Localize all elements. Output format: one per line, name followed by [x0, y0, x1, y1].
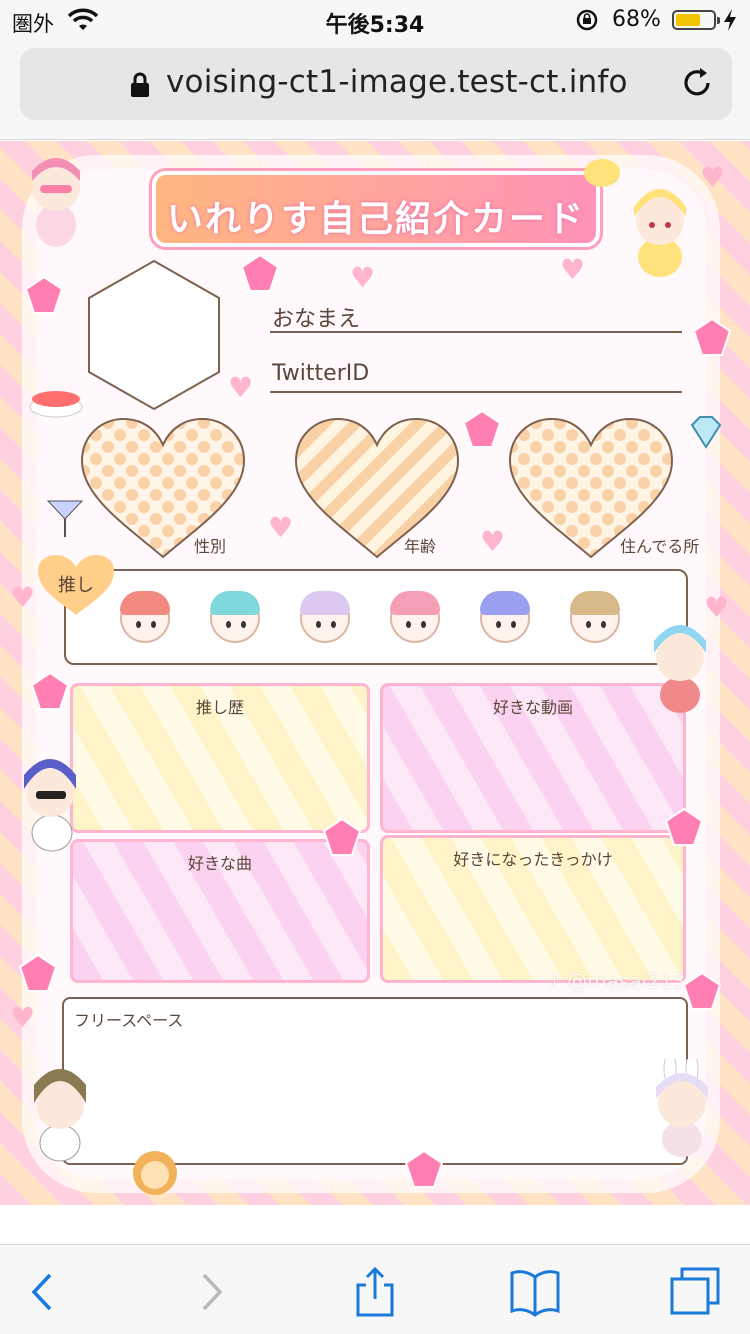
url-text[interactable]: voising-ct1-image.test-ct.info — [166, 64, 628, 100]
heart-decoration: ♥ — [560, 253, 586, 286]
member-hair — [480, 591, 530, 615]
chibi-chick-character — [634, 189, 686, 277]
favorite-video-label: 好きな動画 — [492, 698, 573, 717]
member-eye — [226, 621, 231, 628]
member-eye — [151, 621, 156, 628]
browser-toolbar — [0, 1244, 750, 1334]
member-eye — [316, 621, 321, 628]
name-line — [270, 331, 682, 333]
gem-icon — [692, 317, 732, 356]
cocktail-icon — [46, 500, 84, 537]
panel-reason: 好きになったきっかけ — [380, 835, 686, 983]
browser-address-area: voising-ct1-image.test-ct.info — [0, 40, 750, 140]
free-space-box: フリースペース — [62, 997, 688, 1165]
sushi-icon — [29, 391, 83, 418]
reload-icon[interactable] — [680, 66, 714, 100]
chick-icon — [584, 159, 620, 187]
heart-decoration: ♥ — [10, 581, 36, 614]
watermark: ♪ @masai213 — [548, 969, 686, 993]
battery-percent: 68% — [612, 7, 661, 32]
member-eye — [601, 621, 606, 628]
member-face-red-member — [120, 591, 170, 643]
member-hair — [210, 591, 260, 615]
chibi-cyan-character — [654, 625, 706, 713]
heart-decoration: ♥ — [350, 261, 376, 294]
chibi-brown-character — [34, 1069, 86, 1162]
heart-decoration: ♥ — [228, 371, 254, 404]
self-introduction-card: ♥ ♥ ♥ ♥ ♥ ♥ ♥ ♥ ♥ いれりす自己紹介カード おなまえ Twitt… — [0, 141, 750, 1205]
twitter-id-label: TwitterID — [272, 361, 370, 386]
bookmarks-icon[interactable] — [508, 1267, 562, 1317]
member-eye — [136, 621, 141, 628]
member-hair — [390, 591, 440, 615]
member-face-blue-member — [480, 591, 530, 643]
member-hair — [120, 591, 170, 615]
member-eye — [586, 621, 591, 628]
heart-decoration: ♥ — [480, 525, 506, 558]
chibi-pink-character — [32, 158, 80, 247]
heart-decoration: ♥ — [268, 511, 294, 544]
gender-label: 性別 — [194, 537, 227, 556]
member-eye — [496, 621, 501, 628]
member-face-beige-member — [570, 591, 620, 643]
member-eye — [331, 621, 336, 628]
lion-icon — [133, 1151, 177, 1195]
tabs-icon[interactable] — [668, 1267, 722, 1317]
gem-icon — [462, 409, 502, 448]
age-label: 年齢 — [404, 537, 437, 556]
gem-icon — [404, 1149, 444, 1188]
member-eye — [406, 621, 411, 628]
photo-hexagon-frame — [88, 259, 220, 411]
charging-bolt-icon — [724, 9, 736, 31]
address-bar[interactable]: voising-ct1-image.test-ct.info — [20, 48, 732, 120]
member-eye — [241, 621, 246, 628]
gem-icon — [682, 971, 722, 1010]
share-icon[interactable] — [348, 1267, 402, 1317]
chibi-blue-character — [24, 759, 76, 852]
oshi-label: 推し — [58, 575, 94, 596]
member-face-lavender-member — [300, 591, 350, 643]
battery-icon — [672, 10, 720, 30]
gem-icon — [24, 275, 64, 314]
residence-label: 住んでる所 — [620, 537, 700, 556]
gem-icon — [30, 671, 70, 710]
diamond-icon — [690, 416, 722, 449]
forward-icon[interactable] — [184, 1267, 238, 1317]
panel-oshi-history: 推し歴 — [70, 683, 370, 833]
gem-icon — [322, 817, 362, 856]
member-hair — [570, 591, 620, 615]
twitter-id-line — [270, 391, 682, 393]
member-face-cyan-member — [210, 591, 260, 643]
chibi-bunny-character — [656, 1059, 708, 1157]
name-label: おなまえ — [272, 307, 361, 332]
oshi-tag: 推し — [36, 553, 116, 617]
lock-icon — [131, 72, 149, 97]
gem-icon — [18, 953, 58, 992]
heart-decoration: ♥ — [10, 1001, 36, 1034]
member-eye — [511, 621, 516, 628]
gem-icon — [664, 807, 704, 846]
card-title: いれりす自己紹介カード — [166, 199, 585, 240]
heart-age — [294, 417, 460, 559]
card-title-banner: いれりす自己紹介カード — [152, 171, 600, 247]
reason-label: 好きになったきっかけ — [453, 850, 613, 869]
gem-icon — [240, 253, 280, 292]
battery-level-fill — [676, 14, 700, 26]
back-icon[interactable] — [16, 1267, 70, 1317]
free-space-label: フリースペース — [74, 1011, 184, 1030]
oshi-history-label: 推し歴 — [195, 698, 244, 717]
status-bar: 圏外 午後5:34 68% — [0, 0, 750, 40]
member-eye — [421, 621, 426, 628]
member-hair — [300, 591, 350, 615]
member-face-pink-member — [390, 591, 440, 643]
heart-decoration: ♥ — [700, 161, 726, 194]
rotation-lock-icon — [576, 9, 598, 31]
panel-favorite-song: 好きな曲 — [70, 839, 370, 983]
